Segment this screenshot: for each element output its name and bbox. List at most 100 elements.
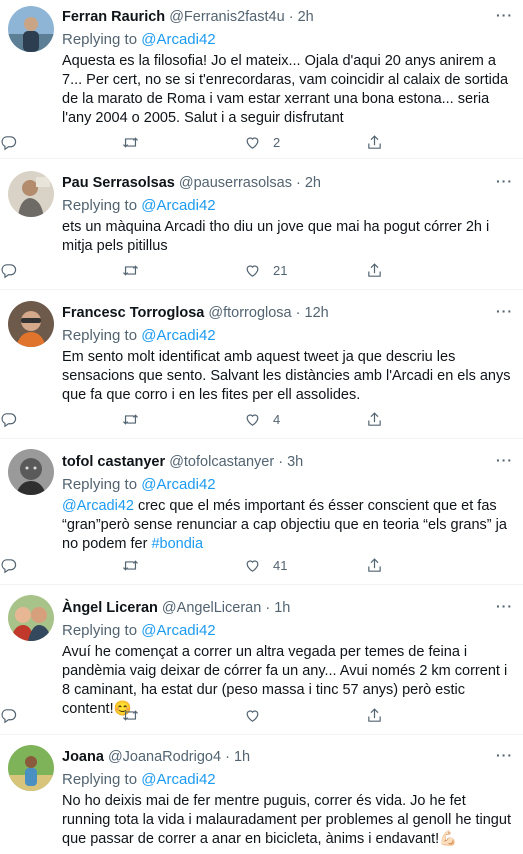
avatar[interactable] [8,171,54,217]
share-button[interactable] [366,409,383,429]
tweet-text: @Arcadi42 crec que el més important és é… [62,497,513,554]
author-name[interactable]: Pau Serrasolsas [62,175,175,191]
tweet[interactable]: Ferran Raurich @Ferranis2fast4u · 2h ···… [0,0,523,159]
avatar[interactable] [8,6,54,52]
tweet[interactable]: Joana @JoanaRodrigo4 · 1h ··· Replying t… [0,735,523,854]
reply-button[interactable] [0,555,17,575]
tweet-text: ets un màquina Arcadi tho diu un jove qu… [62,219,490,254]
reply-button[interactable] [0,260,17,280]
more-options-icon[interactable]: ··· [496,173,513,189]
replying-to-label: Replying to [62,476,138,493]
like-count: 41 [273,557,288,573]
like-icon [244,134,261,151]
retweet-icon [122,557,139,574]
separator-dot: · [288,9,294,25]
reply-button[interactable] [0,409,17,429]
author-name[interactable]: Ferran Raurich [62,9,165,25]
retweet-button[interactable] [122,132,139,152]
author-handle[interactable]: @AngelLiceran [162,600,261,616]
reply-mention-link[interactable]: @Arcadi42 [141,476,215,493]
more-options-icon[interactable]: ··· [496,303,513,319]
tweet[interactable]: Pau Serrasolsas @pauserrasolsas · 2h ···… [0,159,523,290]
like-icon [244,262,261,279]
tweet-text: No ho deixis mai de fer mentre puguis, c… [62,792,513,849]
retweet-icon [122,411,139,428]
author-name[interactable]: tofol castanyer [62,454,165,470]
tweet-actions: 41 [0,555,523,575]
reply-button[interactable] [0,132,17,152]
tweet-actions [0,705,523,725]
timestamp[interactable]: 2h [305,175,321,191]
reply-mention-link[interactable]: @Arcadi42 [141,31,215,48]
tweet-actions: 21 [0,260,523,280]
tweet[interactable]: tofol castanyer @tofolcastanyer · 3h ···… [0,439,523,585]
hashtag-link[interactable]: #bondia [151,536,203,552]
author-name[interactable]: Francesc Torroglosa [62,305,204,321]
timestamp[interactable]: 1h [234,749,250,765]
flexed-biceps-emoji: 💪🏻 [439,831,458,847]
retweet-icon [122,262,139,279]
replying-to-label: Replying to [62,31,138,48]
avatar[interactable] [8,449,54,495]
like-count: 21 [273,262,288,278]
share-icon [366,707,383,724]
retweet-icon [122,134,139,151]
retweet-icon [122,707,139,724]
separator-dot: · [278,454,284,470]
more-options-icon[interactable]: ··· [496,747,513,763]
tweet-text: Aquesta es la filosofia! Jo el mateix...… [62,53,509,126]
share-icon [366,557,383,574]
like-button[interactable]: 41 [244,555,287,575]
reply-mention-link[interactable]: @Arcadi42 [141,327,215,344]
more-options-icon[interactable]: ··· [496,598,513,614]
like-button[interactable] [244,705,273,725]
retweet-button[interactable] [122,705,139,725]
more-options-icon[interactable]: ··· [496,7,513,23]
separator-dot: · [265,600,271,616]
share-button[interactable] [366,260,383,280]
like-icon [244,411,261,428]
more-options-icon[interactable]: ··· [496,452,513,468]
avatar[interactable] [8,301,54,347]
timestamp[interactable]: 1h [274,600,290,616]
replying-to: Replying to @Arcadi42 [62,196,513,216]
retweet-button[interactable] [122,555,139,575]
timestamp[interactable]: 2h [298,9,314,25]
reply-mention-link[interactable]: @Arcadi42 [141,622,215,639]
share-icon [366,262,383,279]
tweet[interactable]: Francesc Torroglosa @ftorroglosa · 12h ·… [0,290,523,439]
author-handle[interactable]: @JoanaRodrigo4 [108,749,221,765]
avatar[interactable] [8,745,54,791]
retweet-button[interactable] [122,409,139,429]
reply-icon [0,411,17,428]
author-handle[interactable]: @ftorroglosa [208,305,291,321]
reply-mention-link[interactable]: @Arcadi42 [141,197,215,214]
separator-dot: · [225,749,230,765]
author-handle[interactable]: @pauserrasolsas [179,175,292,191]
tweet-text: Em sento molt identificat amb aquest twe… [62,349,511,403]
author-name[interactable]: Àngel Liceran [62,600,158,616]
separator-dot: · [295,305,301,321]
like-button[interactable]: 4 [244,409,280,429]
reply-mention-link[interactable]: @Arcadi42 [141,771,215,788]
replying-to: Replying to @Arcadi42 [62,30,513,50]
tweet-actions: 4 [0,409,523,429]
timestamp[interactable]: 12h [305,305,329,321]
reply-button[interactable] [0,705,17,725]
retweet-button[interactable] [122,260,139,280]
share-button[interactable] [366,555,383,575]
author-name[interactable]: Joana [62,749,104,765]
avatar[interactable] [8,595,54,641]
share-button[interactable] [366,705,383,725]
author-handle[interactable]: @tofolcastanyer [169,454,274,470]
mention-link[interactable]: @Arcadi42 [62,498,134,514]
replying-to: Replying to @Arcadi42 [62,621,513,641]
tweet[interactable]: Àngel Liceran @AngelLiceran · 1h ··· Rep… [0,585,523,735]
like-button[interactable]: 2 [244,132,280,152]
author-handle[interactable]: @Ferranis2fast4u [169,9,284,25]
like-button[interactable]: 21 [244,260,287,280]
replying-to-label: Replying to [62,327,138,344]
replying-to-label: Replying to [62,622,138,639]
share-button[interactable] [366,132,383,152]
timestamp[interactable]: 3h [287,454,303,470]
